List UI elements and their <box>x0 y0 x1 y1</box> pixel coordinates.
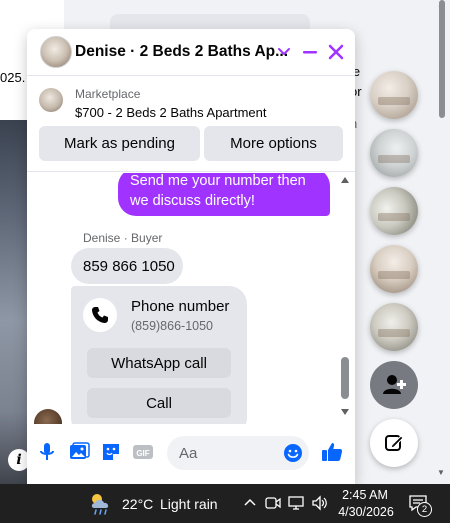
microphone-icon[interactable] <box>36 441 58 463</box>
chat-window: Denise · 2 Beds 2 Baths Ap... Marketplac… <box>27 29 355 484</box>
chat-head[interactable] <box>370 187 418 235</box>
weather-temperature[interactable]: 22°C <box>122 496 153 512</box>
chat-title[interactable]: Denise · 2 Beds 2 Baths Ap... <box>75 43 288 61</box>
more-options-button[interactable]: More options <box>204 126 343 161</box>
notification-count-badge: 2 <box>417 502 432 517</box>
listing-title[interactable]: $700 - 2 Beds 2 Baths Apartment <box>75 105 267 120</box>
clock-time[interactable]: 2:45 AM <box>342 488 388 502</box>
gif-icon[interactable]: GIF <box>132 441 154 463</box>
meet-now-icon[interactable] <box>264 494 282 512</box>
weather-condition[interactable]: Light rain <box>160 496 218 512</box>
chat-head[interactable] <box>370 303 418 351</box>
contact-card-number: (859)866-1050 <box>131 319 214 333</box>
background-photo <box>0 120 30 484</box>
message-composer: GIF <box>27 424 355 484</box>
clock-date[interactable]: 4/30/2026 <box>336 505 396 519</box>
avatar <box>34 409 62 424</box>
listing-source: Marketplace <box>75 87 141 101</box>
listing-thumbnail[interactable] <box>39 88 63 112</box>
chevron-up-icon[interactable] <box>241 494 259 512</box>
incoming-message[interactable]: 859 866 1050 <box>71 248 183 284</box>
phone-number-card: Phone number (859)866-1050 WhatsApp call… <box>71 286 247 424</box>
chevron-down-icon[interactable] <box>276 43 292 59</box>
marketplace-listing: Marketplace $700 - 2 Beds 2 Baths Apartm… <box>27 77 355 172</box>
chat-head[interactable] <box>370 245 418 293</box>
call-button[interactable]: Call <box>87 388 231 418</box>
sender-label: Denise · Buyer <box>83 231 163 245</box>
page-scrollbar[interactable]: ▲ ▼ <box>434 0 450 484</box>
phone-icon-container <box>83 298 117 332</box>
compose-icon <box>385 435 404 451</box>
emoji-icon[interactable] <box>283 443 303 463</box>
message-scrollbar-thumb[interactable] <box>341 357 349 399</box>
weather-rain-icon[interactable] <box>86 490 116 516</box>
like-icon[interactable] <box>320 440 344 464</box>
volume-icon[interactable] <box>311 494 329 512</box>
phone-icon <box>92 307 108 323</box>
avatar[interactable] <box>40 36 72 68</box>
more-chats-button[interactable] <box>370 361 418 409</box>
contact-card-title: Phone number <box>131 298 230 315</box>
windows-taskbar: 22°C Light rain 2:45 AM 4/30/2026 2 <box>0 484 450 523</box>
add-person-icon <box>383 375 406 394</box>
new-message-button[interactable] <box>370 419 418 467</box>
close-icon[interactable] <box>325 41 347 63</box>
message-list: Send me your number then we discuss dire… <box>27 173 355 424</box>
background-text: 025. <box>0 70 26 85</box>
chat-header[interactable]: Denise · 2 Beds 2 Baths Ap... <box>27 29 355 76</box>
minimize-icon[interactable] <box>299 41 321 63</box>
message-scrollbar[interactable] <box>339 173 353 424</box>
network-icon[interactable] <box>288 494 306 512</box>
svg-text:GIF: GIF <box>136 449 149 458</box>
outgoing-message[interactable]: Send me your number then we discuss dire… <box>118 173 330 216</box>
whatsapp-call-button[interactable]: WhatsApp call <box>87 348 231 378</box>
mark-as-pending-button[interactable]: Mark as pending <box>39 126 200 161</box>
chat-head[interactable] <box>370 129 418 177</box>
photo-icon[interactable] <box>68 441 90 463</box>
scroll-up-arrow-icon[interactable] <box>341 177 349 183</box>
scroll-down-arrow-icon[interactable]: ▼ <box>437 468 445 477</box>
sticker-icon[interactable] <box>100 441 122 463</box>
page-scrollbar-thumb[interactable] <box>439 0 445 118</box>
scroll-down-arrow-icon[interactable] <box>341 409 349 415</box>
chat-head[interactable] <box>370 71 418 119</box>
